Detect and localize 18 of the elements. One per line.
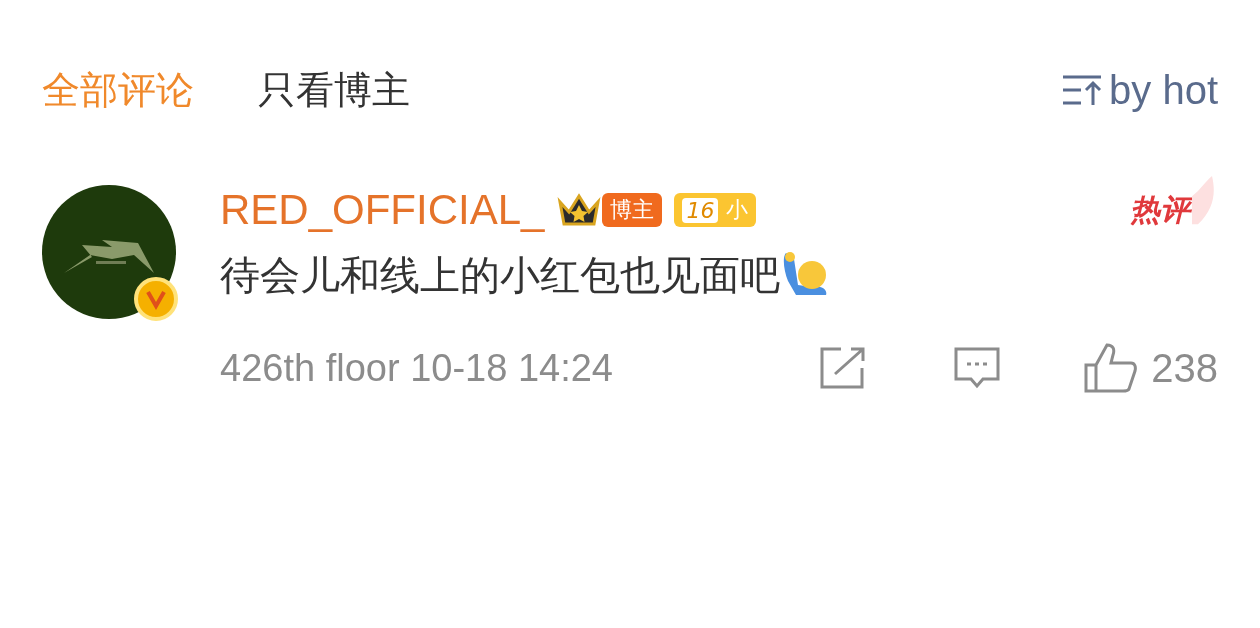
level-number: 16 [682,197,719,223]
sort-button[interactable]: by hot [1061,67,1218,113]
comment-tab[interactable]: 全部评论 [42,64,194,116]
comment-text: 待会儿和线上的小红包也见面吧 [220,251,780,300]
comment-button[interactable] [953,346,1002,390]
blogger-badge: 博主 [602,193,663,227]
share-icon [819,346,868,390]
like-count: 238 [1151,345,1218,391]
level-badge: 16 小 [674,193,757,227]
username[interactable]: RED_OFFICIAL_ [220,186,545,234]
comment-tab[interactable]: 只看博主 [258,64,410,116]
comment-icon [953,346,1002,390]
share-button[interactable] [819,346,868,390]
floor-timestamp: 426th floor 10-18 14:24 [220,346,613,390]
like-button[interactable]: 238 [1083,343,1218,393]
thumbs-up-icon [1083,343,1138,393]
sort-icon [1061,73,1104,107]
hot-comment-tag: 热评 [1128,190,1196,230]
